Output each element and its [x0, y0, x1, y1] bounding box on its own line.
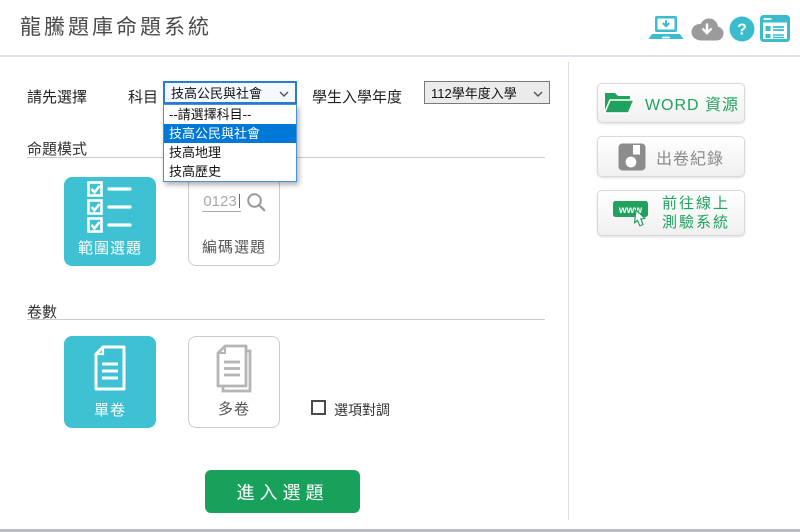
- www-cursor-icon: www: [612, 197, 652, 229]
- text-caret: [239, 194, 240, 208]
- online-test-label: 前往線上 測驗系統: [662, 194, 730, 233]
- folder-open-icon: [603, 90, 635, 116]
- single-paper-label: 單卷: [94, 399, 126, 420]
- app-header: 龍騰題庫命題系統: [0, 0, 800, 57]
- word-resource-button[interactable]: WORD 資源: [597, 83, 745, 123]
- subject-select-value: 技高公民與社會: [171, 83, 262, 102]
- subject-option-geography[interactable]: 技高地理: [164, 143, 296, 162]
- subject-select[interactable]: 技高公民與社會: [163, 81, 297, 104]
- online-test-label-line1: 前往線上: [662, 194, 730, 214]
- word-resource-label: WORD 資源: [645, 91, 739, 115]
- range-select-button[interactable]: 範圍選題: [64, 177, 156, 266]
- mode-section-title: 命題模式: [27, 138, 87, 159]
- save-disk-icon: [618, 143, 646, 171]
- page-title: 龍騰題庫命題系統: [20, 0, 212, 56]
- checklist-icon: [87, 177, 133, 237]
- subject-option-history[interactable]: 技高歷史: [164, 162, 296, 181]
- year-select-value: 112學年度入學: [431, 83, 517, 102]
- vertical-divider: [568, 62, 569, 520]
- record-button[interactable]: 出卷紀錄: [597, 136, 745, 177]
- code-select-button[interactable]: 0123 編碼選題: [188, 177, 280, 266]
- year-label: 學生入學年度: [312, 86, 402, 107]
- online-test-button[interactable]: www 前往線上 測驗系統: [597, 190, 745, 236]
- laptop-download-icon[interactable]: [648, 15, 684, 43]
- code-select-label: 編碼選題: [202, 236, 266, 257]
- cloud-download-icon[interactable]: [689, 16, 724, 42]
- prompt-label: 請先選擇: [27, 86, 87, 107]
- option-swap-checkbox[interactable]: [311, 400, 326, 415]
- header-icon-toolbar: ?: [648, 0, 790, 57]
- enter-selection-button[interactable]: 進入選題: [205, 470, 360, 513]
- search-icon: [246, 192, 266, 212]
- chevron-down-icon: [279, 85, 289, 100]
- section-divider: [27, 319, 545, 320]
- subject-option-placeholder[interactable]: --請選擇科目--: [164, 105, 296, 124]
- subject-option-civics[interactable]: 技高公民與社會: [164, 124, 296, 143]
- svg-text:?: ?: [737, 21, 747, 38]
- online-test-label-line2: 測驗系統: [662, 213, 730, 233]
- single-document-icon: [90, 336, 130, 399]
- subject-dropdown-list: --請選擇科目-- 技高公民與社會 技高地理 技高歷史: [163, 104, 297, 182]
- records-window-icon[interactable]: [760, 15, 790, 42]
- multi-paper-button[interactable]: 多卷: [188, 336, 280, 428]
- code-input-area: 0123: [202, 178, 265, 236]
- single-paper-button[interactable]: 單卷: [64, 336, 156, 428]
- code-input[interactable]: 0123: [202, 193, 240, 212]
- question-bank-app: 龍騰題庫命題系統: [0, 0, 800, 532]
- year-select[interactable]: 112學年度入學: [424, 81, 550, 104]
- range-select-label: 範圍選題: [78, 237, 142, 258]
- chevron-down-icon: [533, 85, 543, 100]
- multi-document-icon: [211, 337, 257, 398]
- record-label: 出卷紀錄: [656, 145, 724, 169]
- help-icon[interactable]: ?: [729, 16, 755, 42]
- subject-label: 科目: [128, 86, 158, 107]
- code-input-value: 0123: [203, 193, 236, 210]
- multi-paper-label: 多卷: [218, 398, 250, 419]
- option-swap-label: 選項對調: [334, 400, 390, 420]
